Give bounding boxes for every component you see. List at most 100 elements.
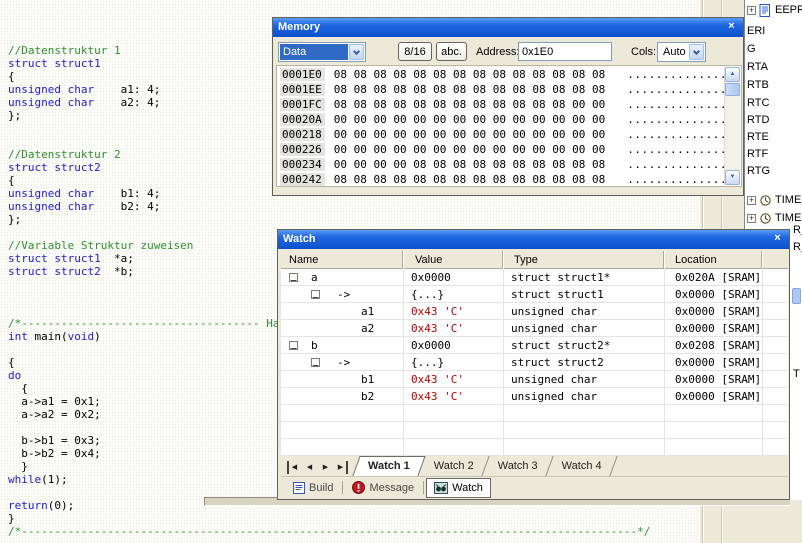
tree-item-label: RTB bbox=[747, 79, 769, 91]
code-token: { bbox=[8, 382, 28, 395]
close-icon[interactable]: × bbox=[770, 232, 785, 246]
code-token: void bbox=[67, 330, 95, 343]
memory-titlebar[interactable]: Memory × bbox=[273, 18, 743, 37]
chevron-down-icon[interactable] bbox=[349, 44, 364, 60]
tab-nav-first-button[interactable]: ◀ bbox=[287, 461, 300, 474]
watch-row[interactable]: − -> {...} struct struct2 0x0000 [SRAM] bbox=[281, 354, 788, 372]
expand-toggle[interactable]: + bbox=[747, 5, 756, 15]
memory-mode-select[interactable]: Data bbox=[278, 42, 366, 62]
tree-item[interactable]: + TIMER_ bbox=[747, 211, 802, 225]
tree-item[interactable]: RTF bbox=[747, 147, 768, 161]
tab-label: Build bbox=[309, 481, 334, 494]
watch-value: 0x43 'C' bbox=[411, 305, 464, 318]
memory-ascii: .............. bbox=[627, 158, 727, 171]
watch-row[interactable]: − a 0x0000 struct struct1* 0x020A [SRAM] bbox=[281, 269, 788, 287]
code-token: (0); bbox=[47, 499, 75, 512]
watch-row[interactable] bbox=[281, 439, 788, 456]
output-tab-message[interactable]: Message bbox=[345, 479, 421, 497]
expand-toggle[interactable]: + bbox=[747, 213, 756, 223]
collapse-toggle[interactable]: − bbox=[311, 358, 320, 372]
expand-toggle[interactable]: + bbox=[747, 195, 756, 205]
watch-row[interactable]: b2 0x43 'C' unsigned char 0x0000 [SRAM] bbox=[281, 388, 788, 405]
memory-row[interactable]: 0001FC 08 08 08 08 08 08 08 08 08 08 08 0… bbox=[280, 98, 741, 113]
memory-row[interactable]: 00020A 00 00 00 00 00 00 00 00 00 00 00 0… bbox=[280, 113, 741, 128]
watch-tab-3[interactable]: Watch 3 bbox=[486, 456, 550, 476]
watch-row[interactable]: b1 0x43 'C' unsigned char 0x0000 [SRAM] bbox=[281, 371, 788, 388]
code-token: //Datenstruktur 1 bbox=[8, 44, 121, 57]
memory-bytes: 08 08 08 08 08 08 08 08 08 08 08 08 08 0… bbox=[333, 173, 606, 186]
tree-item[interactable]: + EEPRO bbox=[747, 3, 802, 17]
tree-item[interactable]: RTE bbox=[747, 130, 769, 144]
watch-tab-1[interactable]: Watch 1 bbox=[356, 456, 422, 476]
tab-label: Watch 3 bbox=[497, 460, 538, 472]
memory-window: Memory × Data 8/16 abc. Address: Cols: A… bbox=[272, 17, 744, 196]
memory-row[interactable]: 000218 00 00 00 00 00 00 00 00 00 00 00 0… bbox=[280, 128, 741, 143]
watch-row[interactable]: − -> {...} struct struct1 0x0000 [SRAM] bbox=[281, 286, 788, 304]
code-token: b->b2 = 0x4; bbox=[8, 447, 101, 460]
tree-item-label: ERI bbox=[747, 25, 766, 37]
watch-type: unsigned char bbox=[511, 373, 598, 386]
memory-ascii: .............. bbox=[627, 143, 727, 156]
tree-item[interactable]: RTA bbox=[747, 60, 768, 74]
tree-item-label: G bbox=[747, 43, 756, 55]
watch-titlebar[interactable]: Watch × bbox=[278, 230, 789, 249]
tab-nav-next-button[interactable]: ▶ bbox=[319, 461, 332, 474]
address-input[interactable] bbox=[518, 42, 612, 61]
tab-nav-prev-button[interactable]: ◀ bbox=[303, 461, 316, 474]
watch-type: unsigned char bbox=[511, 305, 598, 318]
memory-row[interactable]: 000234 00 00 00 00 08 08 08 08 08 08 08 0… bbox=[280, 158, 741, 173]
watch-name: b bbox=[311, 339, 318, 352]
tree-item[interactable]: RTG bbox=[747, 164, 770, 178]
memory-window-title: Memory bbox=[278, 21, 321, 33]
watch-type: struct struct2 bbox=[511, 356, 604, 369]
column-header-value[interactable]: Value bbox=[403, 251, 503, 269]
watch-location: 0x0000 [SRAM] bbox=[675, 288, 762, 301]
watch-window-title: Watch bbox=[283, 233, 316, 245]
column-header-name[interactable]: Name bbox=[281, 251, 403, 269]
watch-row[interactable]: a1 0x43 'C' unsigned char 0x0000 [SRAM] bbox=[281, 303, 788, 320]
tab-label: Watch 1 bbox=[368, 460, 410, 472]
code-token: unsigned char bbox=[8, 200, 95, 213]
memory-row[interactable]: 000242 08 08 08 08 08 08 08 08 08 08 08 0… bbox=[280, 173, 741, 186]
tree-item[interactable]: RTB bbox=[747, 78, 769, 92]
collapse-toggle[interactable]: − bbox=[311, 290, 320, 304]
collapse-toggle[interactable]: − bbox=[289, 273, 298, 287]
scroll-up-icon[interactable]: ▲ bbox=[725, 67, 740, 82]
memory-row[interactable]: 000226 00 00 00 00 00 00 00 00 00 00 00 0… bbox=[280, 143, 741, 158]
cols-select[interactable]: Auto bbox=[657, 42, 706, 62]
tree-item[interactable]: G bbox=[747, 42, 756, 56]
code-token: while bbox=[8, 473, 42, 486]
tree-item[interactable]: RTC bbox=[747, 96, 769, 110]
tree-item[interactable]: RTD bbox=[747, 113, 769, 127]
memory-scrollbar[interactable]: ▲ ▼ bbox=[724, 67, 740, 185]
scroll-down-icon[interactable]: ▼ bbox=[725, 170, 740, 185]
column-header-type[interactable]: Type bbox=[503, 251, 664, 269]
tree-scrollbar-thumb[interactable] bbox=[792, 288, 801, 304]
watch-tab-2[interactable]: Watch 2 bbox=[422, 456, 486, 476]
tab-label: Message bbox=[369, 481, 415, 494]
toggle-8-16-button[interactable]: 8/16 bbox=[398, 42, 432, 61]
output-tab-build[interactable]: Build bbox=[286, 479, 340, 497]
memory-row[interactable]: 0001EE 08 08 08 08 08 08 08 08 08 08 08 0… bbox=[280, 83, 741, 98]
watch-row[interactable] bbox=[281, 405, 788, 422]
watch-row[interactable]: a2 0x43 'C' unsigned char 0x0000 [SRAM] bbox=[281, 320, 788, 337]
watch-row[interactable]: − b 0x0000 struct struct2* 0x0208 [SRAM] bbox=[281, 337, 788, 355]
close-icon[interactable]: × bbox=[724, 20, 739, 34]
memory-row[interactable]: 0001E0 08 08 08 08 08 08 08 08 08 08 08 0… bbox=[280, 68, 741, 83]
watch-value: 0x43 'C' bbox=[411, 373, 464, 386]
watch-tabstrip: ◀ ◀ ▶ ▶ Watch 1 Watch 2 Watch 3 Watch 4 bbox=[281, 456, 788, 476]
cols-value: Auto bbox=[659, 44, 688, 60]
message-icon bbox=[352, 481, 366, 494]
output-tab-watch[interactable]: Watch bbox=[426, 477, 491, 498]
tree-item[interactable]: + TIMER_ bbox=[747, 193, 802, 207]
tab-nav-last-button[interactable]: ▶ bbox=[335, 461, 348, 474]
ascii-toggle-button[interactable]: abc. bbox=[436, 42, 467, 61]
scrollbar-thumb[interactable] bbox=[725, 83, 740, 96]
memory-rows: 0001E0 08 08 08 08 08 08 08 08 08 08 08 0… bbox=[277, 66, 741, 186]
collapse-toggle[interactable]: − bbox=[289, 341, 298, 355]
watch-tab-4[interactable]: Watch 4 bbox=[550, 456, 614, 476]
watch-row[interactable] bbox=[281, 422, 788, 439]
tree-item[interactable]: ERI bbox=[747, 24, 765, 38]
column-header-location[interactable]: Location bbox=[664, 251, 762, 269]
chevron-down-icon[interactable] bbox=[689, 44, 704, 60]
